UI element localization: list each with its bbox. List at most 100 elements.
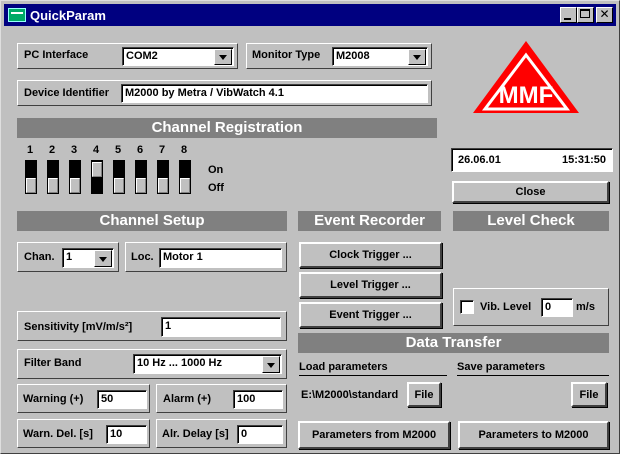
monitor-type-value: M2008 <box>336 50 370 62</box>
switch-knob <box>70 178 80 193</box>
channel-number-3: 3 <box>71 144 78 156</box>
device-identifier-label: Device Identifier <box>24 87 109 99</box>
alarm-value: 100 <box>237 393 256 405</box>
warning-label: Warning (+) <box>23 393 84 405</box>
save-divider <box>457 375 609 376</box>
on-label: On <box>208 164 224 176</box>
maximize-icon <box>580 9 590 18</box>
app-icon <box>8 8 26 22</box>
event-recorder-header: Event Recorder <box>298 211 441 231</box>
close-button[interactable]: Close <box>452 181 609 203</box>
warn-delay-value: 10 <box>110 428 123 440</box>
monitor-type-label: Monitor Type <box>252 49 321 61</box>
alarm-delay-group: Alr. Delay [s] 0 <box>156 419 287 448</box>
vib-level-checkbox[interactable] <box>460 300 474 314</box>
warn-delay-input[interactable]: 10 <box>106 425 147 444</box>
switch-knob <box>48 178 58 193</box>
vib-level-unit: m/s <box>576 301 595 313</box>
warn-delay-label: Warn. Del. [s] <box>23 428 93 440</box>
loc-value: Motor 1 <box>163 251 203 263</box>
date-value: 26.06.01 <box>458 154 501 166</box>
pc-interface-label: PC Interface <box>24 49 89 61</box>
sensitivity-label: Sensitivity [mV/m/s²] <box>24 321 133 333</box>
close-window-button[interactable]: ✕ <box>596 7 613 23</box>
channel-switch-5[interactable] <box>113 160 125 194</box>
event-trigger-button[interactable]: Event Trigger ... <box>299 302 442 328</box>
device-identifier-group: Device Identifier M2000 by Metra / VibWa… <box>17 80 432 106</box>
alarm-delay-input[interactable]: 0 <box>237 425 283 444</box>
switch-knob <box>158 178 168 193</box>
load-file-button[interactable]: File <box>407 382 441 407</box>
minimize-icon <box>564 18 571 20</box>
channel-dropdown-arrow[interactable] <box>94 250 112 267</box>
clock-trigger-button[interactable]: Clock Trigger ... <box>299 242 442 268</box>
channel-switch-1[interactable] <box>25 160 37 194</box>
vib-level-input[interactable]: 0 <box>541 298 573 317</box>
channel-number-5: 5 <box>115 144 122 156</box>
save-parameters-label: Save parameters <box>457 361 546 373</box>
pc-interface-dropdown-arrow[interactable] <box>214 49 232 65</box>
close-icon: ✕ <box>599 7 610 21</box>
save-file-button[interactable]: File <box>571 382 607 407</box>
filter-band-value: 10 Hz ... 1000 Hz <box>137 357 222 369</box>
channel-numbers: 1 2 3 4 5 6 7 8 <box>27 144 207 158</box>
load-divider <box>299 375 447 376</box>
warn-delay-group: Warn. Del. [s] 10 <box>17 419 150 448</box>
filter-band-group: Filter Band 10 Hz ... 1000 Hz <box>17 349 287 379</box>
warning-input[interactable]: 50 <box>97 390 147 409</box>
channel-number-2: 2 <box>49 144 56 156</box>
device-identifier-input[interactable]: M2000 by Metra / VibWatch 4.1 <box>121 84 428 103</box>
switch-knob <box>136 178 146 193</box>
switch-knob <box>114 178 124 193</box>
channel-switch-2[interactable] <box>47 160 59 194</box>
title-bar[interactable]: QuickParam ✕ <box>4 4 616 26</box>
vib-level-group: Vib. Level 0 m/s <box>453 288 609 326</box>
warning-group: Warning (+) 50 <box>17 384 150 413</box>
loc-label: Loc. <box>131 251 154 263</box>
chan-value: 1 <box>66 251 73 263</box>
time-value: 15:31:50 <box>561 154 606 166</box>
sensitivity-value: 1 <box>165 320 172 332</box>
data-transfer-header: Data Transfer <box>298 333 609 353</box>
load-parameters-label: Load parameters <box>299 361 388 373</box>
channel-number-1: 1 <box>27 144 34 156</box>
mmf-logo: MMF <box>473 41 579 113</box>
alarm-input[interactable]: 100 <box>233 390 283 409</box>
switch-knob <box>92 162 102 177</box>
channel-switch-4[interactable] <box>91 160 103 194</box>
parameters-to-m2000-button[interactable]: Parameters to M2000 <box>458 421 609 449</box>
parameters-from-m2000-button[interactable]: Parameters from M2000 <box>298 421 450 449</box>
filter-band-dropdown-arrow[interactable] <box>262 356 280 373</box>
level-check-header: Level Check <box>453 211 609 231</box>
channel-switch-7[interactable] <box>157 160 169 194</box>
alarm-delay-label: Alr. Delay [s] <box>162 428 229 440</box>
level-trigger-button[interactable]: Level Trigger ... <box>299 272 442 298</box>
quickparam-window: QuickParam ✕ PC Interface COM2 Monitor T… <box>0 0 620 454</box>
vib-level-label: Vib. Level <box>480 301 532 313</box>
alarm-delay-value: 0 <box>241 428 248 440</box>
monitor-type-dropdown-arrow[interactable] <box>408 49 426 65</box>
load-path: E:\M2000\standard <box>301 389 399 401</box>
location-group: Loc. Motor 1 <box>125 242 287 272</box>
maximize-button[interactable] <box>577 7 594 23</box>
alarm-label: Alarm (+) <box>163 393 211 405</box>
chan-label: Chan. <box>24 251 55 263</box>
filter-band-label: Filter Band <box>24 357 82 369</box>
channel-switch-6[interactable] <box>135 160 147 194</box>
off-label: Off <box>208 182 224 194</box>
pc-interface-value: COM2 <box>126 50 158 62</box>
sensitivity-group: Sensitivity [mV/m/s²] 1 <box>17 311 287 341</box>
channel-switch-8[interactable] <box>179 160 191 194</box>
alarm-group: Alarm (+) 100 <box>156 384 287 413</box>
location-input[interactable]: Motor 1 <box>159 248 282 268</box>
minimize-button[interactable] <box>560 7 577 23</box>
monitor-type-group: Monitor Type M2008 <box>246 43 432 69</box>
channel-number-6: 6 <box>137 144 144 156</box>
channel-select-group: Chan. 1 <box>17 242 119 272</box>
switch-knob <box>26 178 36 193</box>
device-identifier-value: M2000 by Metra / VibWatch 4.1 <box>125 87 284 99</box>
channel-registration-header: Channel Registration <box>17 118 437 138</box>
filter-band-select[interactable]: 10 Hz ... 1000 Hz <box>133 354 282 374</box>
channel-switch-3[interactable] <box>69 160 81 194</box>
sensitivity-input[interactable]: 1 <box>161 317 281 337</box>
